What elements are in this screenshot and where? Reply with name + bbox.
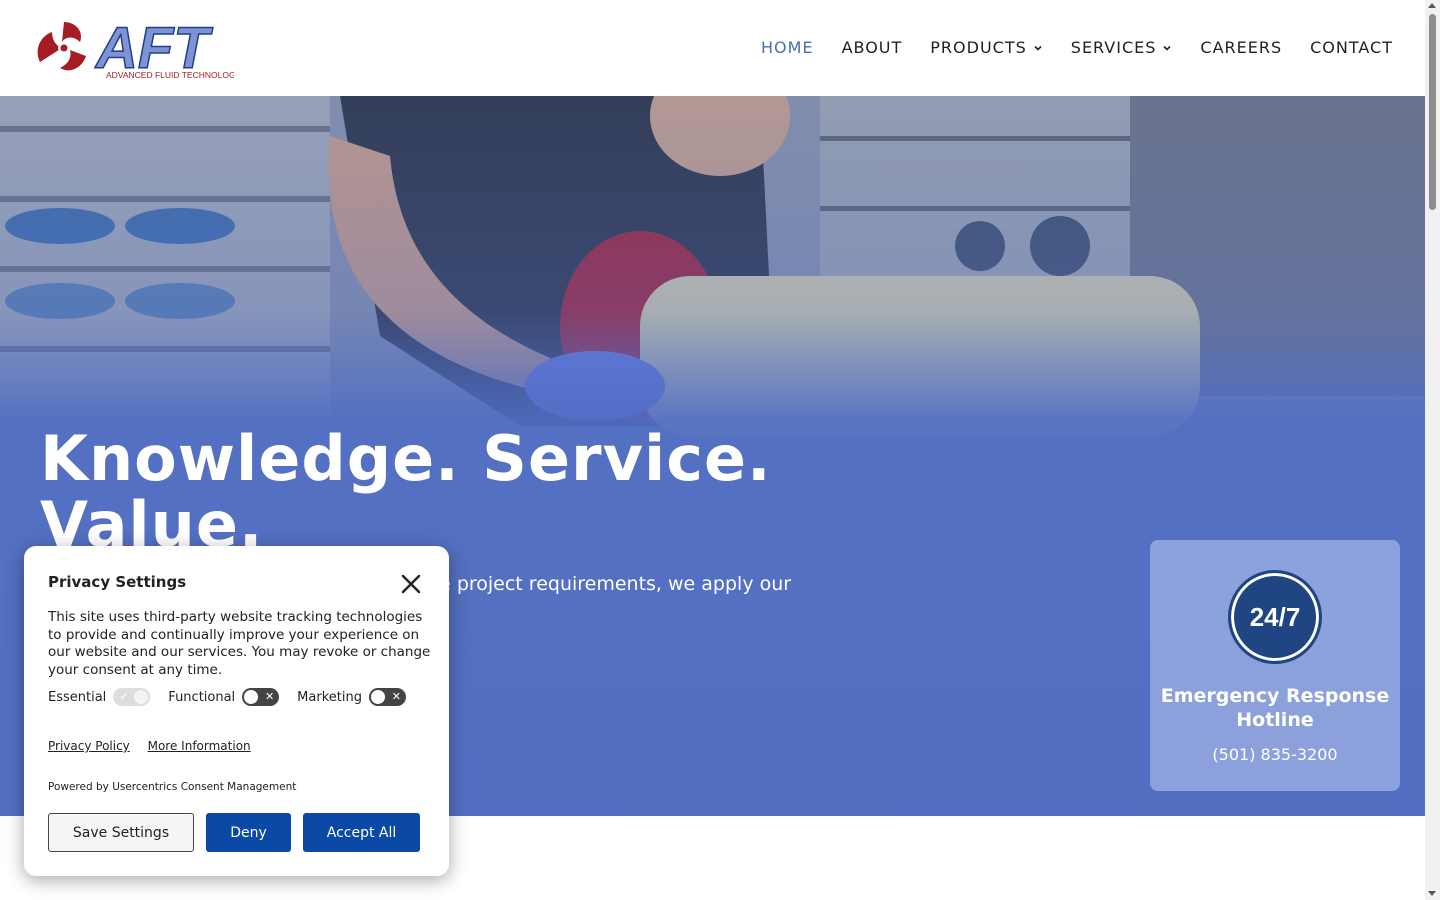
24-7-badge-icon: 24/7 [1228, 570, 1322, 664]
toggle-essential: ✓ [113, 688, 151, 706]
toggle-essential-group: Essential ✓ [48, 688, 151, 706]
privacy-links: Privacy Policy More Information [48, 739, 265, 753]
page-scrollbar[interactable] [1425, 0, 1440, 900]
toggle-knob [370, 690, 385, 704]
x-icon: ✕ [391, 690, 401, 703]
nav-about[interactable]: ABOUT [842, 38, 903, 57]
nav-products[interactable]: PRODUCTS [930, 38, 1043, 57]
chevron-down-icon [1034, 45, 1042, 51]
check-icon: ✓ [119, 690, 129, 703]
privacy-settings-dialog: Privacy Settings This site uses third-pa… [24, 546, 449, 876]
toggle-functional-label: Functional [168, 689, 236, 705]
scroll-down-arrow-icon[interactable] [1428, 891, 1436, 896]
main-nav: HOME ABOUT PRODUCTS SERVICES CAREERS CON… [733, 38, 1393, 57]
toggle-knob [244, 690, 259, 704]
scroll-up-arrow-icon[interactable] [1428, 3, 1436, 8]
hotline-title: Emergency Response Hotline [1160, 685, 1390, 731]
nav-contact[interactable]: CONTACT [1310, 38, 1393, 57]
hero-title: Knowledge. Service. Value. [40, 422, 772, 561]
scroll-thumb[interactable] [1429, 14, 1436, 210]
powered-by-text: Powered by Usercentrics Consent Manageme… [48, 781, 297, 793]
svg-text:ADVANCED FLUID TECHNOLOGIES: ADVANCED FLUID TECHNOLOGIES [106, 70, 234, 80]
emergency-hotline-card[interactable]: 24/7 Emergency Response Hotline (501) 83… [1150, 540, 1400, 791]
more-information-link[interactable]: More Information [148, 739, 251, 753]
site-header: AFT ADVANCED FLUID TECHNOLOGIES HOME ABO… [0, 0, 1425, 96]
accept-all-button[interactable]: Accept All [303, 813, 420, 852]
aft-logo[interactable]: AFT ADVANCED FLUID TECHNOLOGIES [34, 14, 234, 82]
save-settings-button[interactable]: Save Settings [48, 813, 194, 852]
toggle-marketing-group: Marketing ✕ [297, 688, 406, 706]
privacy-policy-link[interactable]: Privacy Policy [48, 739, 130, 753]
toggle-marketing-label: Marketing [297, 689, 362, 705]
nav-careers[interactable]: CAREERS [1200, 38, 1282, 57]
close-icon[interactable] [400, 573, 422, 595]
chevron-down-icon [1163, 45, 1171, 51]
privacy-description: This site uses third-party website track… [48, 609, 431, 678]
deny-button[interactable]: Deny [206, 813, 291, 852]
toggle-functional[interactable]: ✕ [242, 688, 280, 706]
toggle-marketing[interactable]: ✕ [368, 688, 406, 706]
privacy-title: Privacy Settings [48, 573, 187, 591]
toggle-functional-group: Functional ✕ [168, 688, 280, 706]
nav-services[interactable]: SERVICES [1071, 38, 1173, 57]
nav-home[interactable]: HOME [761, 38, 814, 57]
consent-toggles: Essential ✓ Functional ✕ Marketing ✕ [48, 688, 424, 706]
hotline-phone[interactable]: (501) 835-3200 [1150, 745, 1400, 764]
toggle-knob [134, 690, 149, 704]
x-icon: ✕ [264, 690, 275, 703]
toggle-essential-label: Essential [48, 689, 107, 705]
